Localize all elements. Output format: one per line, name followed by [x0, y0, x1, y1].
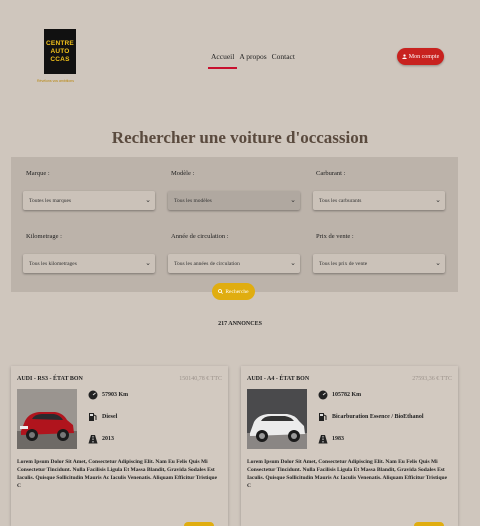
filter-label-marque: Marque : — [26, 170, 50, 177]
chevron-down-icon: ⌄ — [145, 196, 151, 204]
spec-year: 2013 — [88, 434, 114, 444]
listing-title: AUDI - A4 - ÉTAT BON — [247, 376, 310, 382]
filter-label-prix: Prix de vente : — [316, 233, 354, 240]
select-annee[interactable]: Tous les années de circulation ⌄ — [168, 254, 300, 273]
road-icon — [318, 434, 328, 444]
spec-year-value: 2013 — [102, 436, 114, 442]
filter-panel: Marque : Modèle : Carburant : Toutes les… — [11, 157, 458, 292]
nav-accueil[interactable]: Accueil — [207, 52, 238, 69]
spec-fuel: Diesel — [88, 412, 117, 422]
page-title: Rechercher une voiture d'occassion — [111, 128, 369, 147]
car-image[interactable] — [247, 389, 307, 449]
spec-fuel-value: Bicarburation Essence / BioEthanol — [332, 414, 424, 420]
account-button-label: Mon compte — [408, 53, 440, 60]
search-icon — [218, 289, 224, 294]
logo-line-2: AUTO — [50, 47, 70, 55]
select-modele[interactable]: Tous les modèles ⌄ — [168, 191, 300, 210]
listing-card[interactable]: AUDI - A4 - ÉTAT BON 27593,36 € TTC 1057… — [241, 366, 458, 526]
select-marque-value: Toutes les marques — [29, 197, 72, 204]
main-nav: Accueil A propos Contact — [207, 52, 295, 69]
results-count: 217 ANNONCES — [218, 321, 262, 327]
select-carburant-value: Tous les carburants — [319, 197, 362, 204]
road-icon — [88, 434, 98, 444]
logo-line-3: CCAS — [50, 55, 70, 63]
listing-description: Lorem Ipsum Dolor Sit Amet, Consectetur … — [17, 459, 218, 489]
logo[interactable]: CENTRE AUTO CCAS — [44, 29, 76, 74]
speedometer-icon — [318, 390, 328, 400]
listing-price: 150140,78 € TTC — [179, 376, 222, 382]
nav-a-propos[interactable]: A propos — [239, 52, 266, 69]
select-annee-value: Tous les années de circulation — [174, 260, 240, 267]
listing-card[interactable]: AUDI - RS3 - ÉTAT BON 150140,78 € TTC 57… — [11, 366, 228, 526]
filter-label-carburant: Carburant : — [316, 170, 346, 177]
select-carburant[interactable]: Tous les carburants ⌄ — [313, 191, 445, 210]
details-button[interactable] — [414, 522, 444, 526]
spec-year: 1983 — [318, 434, 344, 444]
listing-title: AUDI - RS3 - ÉTAT BON — [17, 376, 83, 382]
details-button[interactable] — [184, 522, 214, 526]
select-kilometrage-value: Tous les kilometrages — [29, 260, 77, 267]
account-button[interactable]: Mon compte — [397, 48, 444, 65]
search-button[interactable]: Recherche — [212, 283, 255, 300]
chevron-down-icon: ⌄ — [435, 259, 441, 267]
user-icon — [402, 54, 407, 59]
fuel-pump-icon — [318, 412, 328, 422]
select-modele-value: Tous les modèles — [174, 197, 212, 204]
spec-mileage-value: 57903 Km — [102, 392, 129, 398]
search-button-label: Recherche — [225, 288, 249, 295]
fuel-pump-icon — [88, 412, 98, 422]
spec-fuel: Bicarburation Essence / BioEthanol — [318, 412, 424, 422]
chevron-down-icon: ⌄ — [145, 259, 151, 267]
chevron-down-icon: ⌄ — [435, 196, 441, 204]
filter-label-annee: Année de circulation : — [171, 233, 229, 240]
listing-price: 27593,36 € TTC — [412, 376, 452, 382]
nav-contact[interactable]: Contact — [272, 52, 295, 69]
chevron-down-icon: ⌄ — [290, 259, 296, 267]
spec-mileage: 105782 Km — [318, 390, 361, 400]
listing-description: Lorem Ipsum Dolor Sit Amet, Consectetur … — [247, 459, 448, 489]
speedometer-icon — [88, 390, 98, 400]
logo-line-1: CENTRE — [46, 39, 74, 47]
chevron-down-icon: ⌄ — [290, 196, 296, 204]
filter-label-modele: Modèle : — [171, 170, 195, 177]
spec-mileage: 57903 Km — [88, 390, 128, 400]
select-prix-value: Tous les prix de vente — [319, 260, 368, 267]
select-kilometrage[interactable]: Tous les kilometrages ⌄ — [23, 254, 155, 273]
spec-mileage-value: 105782 Km — [332, 392, 362, 398]
select-prix[interactable]: Tous les prix de vente ⌄ — [313, 254, 445, 273]
logo-tagline: Révélons vos ambitions — [37, 79, 74, 83]
select-marque[interactable]: Toutes les marques ⌄ — [23, 191, 155, 210]
spec-fuel-value: Diesel — [102, 414, 118, 420]
filter-label-kilometrage: Kilometrage : — [26, 233, 62, 240]
car-image[interactable] — [17, 389, 77, 449]
spec-year-value: 1983 — [332, 436, 344, 442]
